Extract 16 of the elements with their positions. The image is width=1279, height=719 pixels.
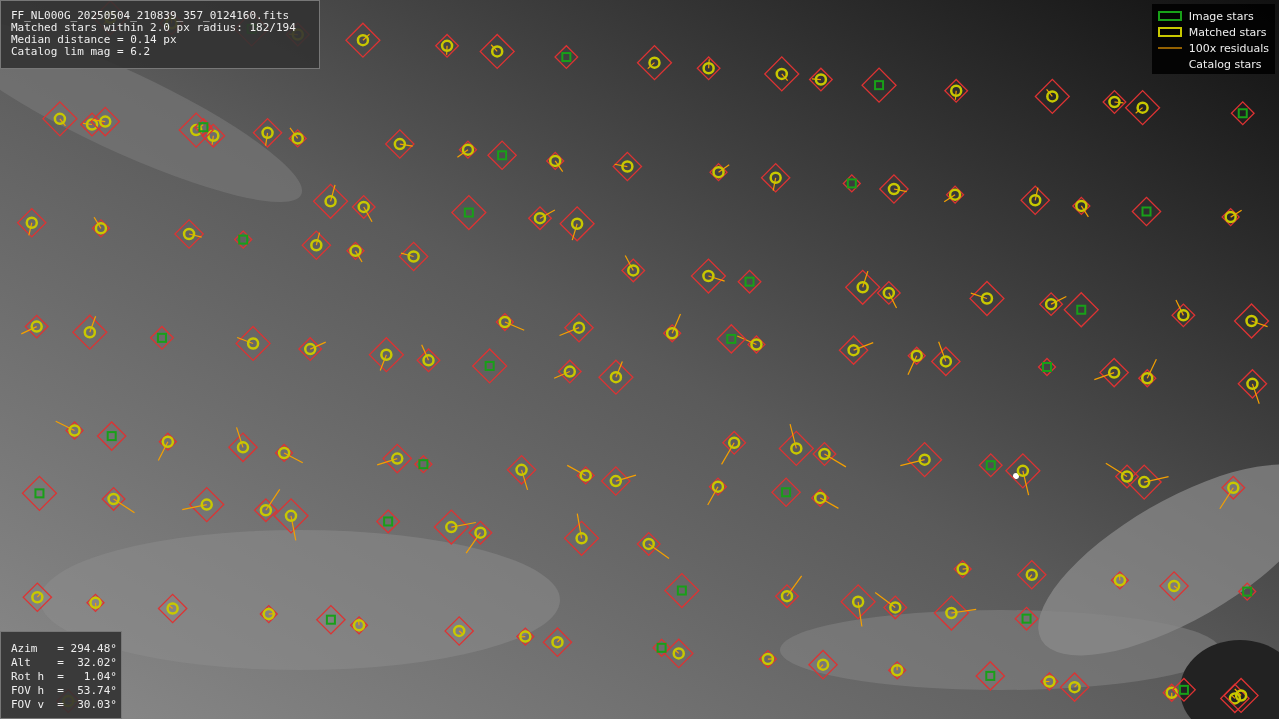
pointing-text: Rot h = 1.04° — [11, 670, 118, 684]
pointing-text: Alt = 32.02° — [11, 656, 118, 670]
legend-label: Matched stars — [1188, 25, 1267, 39]
legend-label: Catalog stars — [1188, 57, 1262, 71]
info-text: Median distance = 0.14 px — [11, 34, 178, 46]
legend-label: Image stars — [1188, 9, 1254, 23]
pointing-text: FOV v = 30.03° — [11, 698, 118, 712]
info-text: Catalog lim mag = 6.2 — [11, 46, 152, 58]
legend-swatch-icon — [1157, 11, 1182, 21]
legend-swatch-icon — [1157, 27, 1182, 37]
pointing-text: Azim = 294.48° — [11, 642, 118, 656]
legend-line-icon — [1157, 46, 1182, 50]
legend-label: 100x residuals — [1188, 41, 1269, 55]
pointing-text: FOV h = 53.74° — [11, 684, 118, 698]
info-text: FF_NL000G_20250504_210839_357_0124160.fits — [11, 10, 291, 22]
info-text: Matched stars within 2.0 px radius: 182/194 — [11, 22, 297, 34]
